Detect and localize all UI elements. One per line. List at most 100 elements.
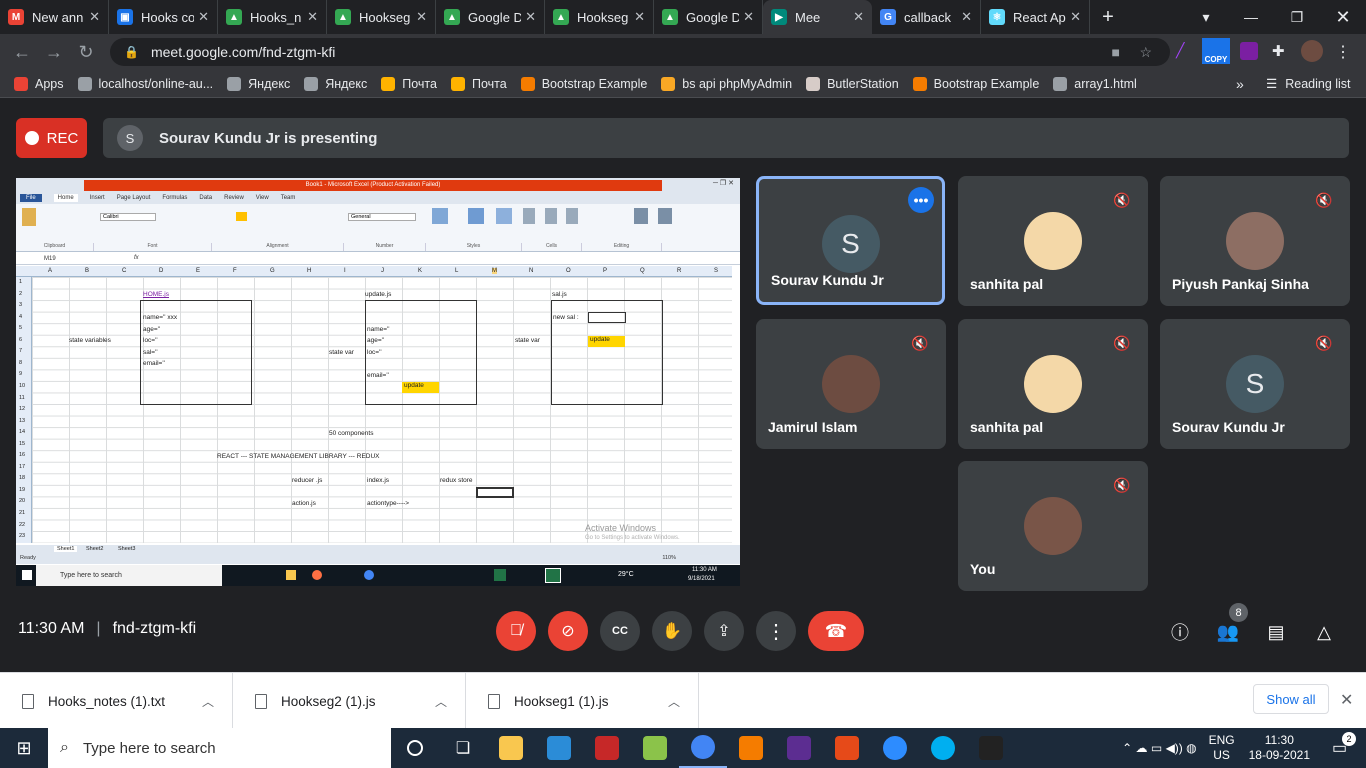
participant-tile[interactable]: Jamirul Islam 🔇 bbox=[756, 319, 946, 449]
captions-button[interactable]: CC bbox=[600, 611, 640, 651]
column-header[interactable]: K bbox=[418, 268, 422, 274]
column-header[interactable]: D bbox=[159, 268, 163, 274]
tab-close-icon[interactable]: ✕ bbox=[634, 9, 645, 25]
column-header[interactable]: P bbox=[603, 268, 607, 274]
conditional-formatting-icon[interactable] bbox=[432, 208, 448, 224]
format-table-icon[interactable] bbox=[468, 208, 484, 224]
excel-window-controls[interactable]: ─ ❐ ✕ bbox=[713, 179, 734, 187]
present-button[interactable]: ⇪ bbox=[704, 611, 744, 651]
row-header[interactable]: 6 bbox=[19, 337, 22, 343]
notifications-button[interactable]: ▭ 2 bbox=[1332, 732, 1356, 758]
raise-hand-button[interactable]: ✋ bbox=[652, 611, 692, 651]
cell-styles-icon[interactable] bbox=[496, 208, 512, 224]
tab-close-icon[interactable]: ✕ bbox=[307, 9, 318, 25]
bookmark-item[interactable]: array1.html bbox=[1053, 76, 1137, 91]
chat-button[interactable]: ▤ bbox=[1262, 618, 1290, 646]
name-box[interactable]: M19 bbox=[44, 256, 56, 262]
camera-off-button[interactable]: ⊘ bbox=[548, 611, 588, 651]
bookmark-item[interactable]: Bootstrap Example bbox=[912, 76, 1039, 91]
taskbar-app-sublime[interactable] bbox=[727, 728, 775, 768]
extension-pen-icon[interactable]: ╱ bbox=[1176, 42, 1192, 58]
tab-close-icon[interactable]: ✕ bbox=[525, 9, 536, 25]
download-item[interactable]: Hooks_notes (1).txt ︿ bbox=[0, 673, 233, 729]
close-downloads-icon[interactable]: ✕ bbox=[1340, 690, 1353, 710]
format-cells-icon[interactable] bbox=[566, 208, 578, 224]
sheet-grid[interactable]: HOME.js update.js sal.js name='' xxx age… bbox=[32, 277, 732, 543]
profile-avatar[interactable] bbox=[1301, 40, 1323, 62]
row-header[interactable]: 7 bbox=[19, 348, 22, 354]
chevron-up-icon[interactable]: ︿ bbox=[435, 693, 447, 710]
copy-extension-icon[interactable]: COPY bbox=[1202, 38, 1230, 64]
number-format-select[interactable]: General bbox=[348, 213, 416, 221]
browser-tab[interactable]: ▶ Mee ✕ bbox=[763, 0, 872, 34]
row-header[interactable]: 8 bbox=[19, 360, 22, 366]
column-header[interactable]: I bbox=[344, 268, 346, 274]
taskbar-app-vscode[interactable] bbox=[535, 728, 583, 768]
taskbar-app-terminal[interactable] bbox=[967, 728, 1015, 768]
row-header[interactable]: 19 bbox=[19, 487, 25, 493]
browser-tab[interactable]: ▣ Hooks co ✕ bbox=[109, 0, 218, 34]
participant-tile[interactable]: sanhita pal 🔇 bbox=[958, 319, 1148, 449]
taskbar-app-filezilla[interactable] bbox=[583, 728, 631, 768]
column-header[interactable]: H bbox=[307, 268, 311, 274]
chevron-up-icon[interactable]: ︿ bbox=[668, 693, 680, 710]
delete-cells-icon[interactable] bbox=[545, 208, 557, 224]
maximize-button[interactable]: ❐ bbox=[1274, 0, 1320, 34]
row-header[interactable]: 11 bbox=[19, 395, 25, 401]
browser-tab[interactable]: ▲ Hookseg ✕ bbox=[327, 0, 436, 34]
taskbar-app-file-explorer[interactable] bbox=[487, 728, 535, 768]
task-view-button[interactable]: ❏ bbox=[439, 728, 487, 768]
bookmark-item[interactable]: Почта bbox=[381, 76, 437, 91]
leave-call-button[interactable]: ☎ bbox=[808, 611, 864, 651]
excel-ribbon-tab[interactable]: Insert bbox=[90, 195, 105, 201]
new-tab-button[interactable]: + bbox=[1090, 6, 1126, 29]
tab-close-icon[interactable]: ✕ bbox=[198, 9, 209, 25]
start-button[interactable]: ⊞ bbox=[0, 728, 48, 768]
font-name-select[interactable]: Calibri bbox=[100, 213, 156, 221]
language-indicator[interactable]: ENG US bbox=[1209, 733, 1235, 763]
insert-cells-icon[interactable] bbox=[523, 208, 535, 224]
people-button[interactable]: 👥 bbox=[1214, 618, 1242, 646]
row-header[interactable]: 4 bbox=[19, 314, 22, 320]
row-header[interactable]: 22 bbox=[19, 522, 25, 528]
excel-ribbon-tab[interactable]: File bbox=[20, 194, 42, 202]
paste-icon[interactable] bbox=[22, 208, 36, 226]
column-header[interactable]: M bbox=[492, 268, 497, 274]
excel-ribbon-tab[interactable]: Formulas bbox=[162, 195, 187, 201]
column-header[interactable]: N bbox=[529, 268, 533, 274]
excel-ribbon-tab[interactable]: View bbox=[256, 195, 269, 201]
column-header[interactable]: A bbox=[48, 268, 52, 274]
puzzle-icon[interactable]: ✚ bbox=[1272, 42, 1285, 60]
row-header[interactable]: 20 bbox=[19, 498, 25, 504]
bookmark-item[interactable]: bs api phpMyAdmin bbox=[661, 76, 792, 91]
bookmark-item[interactable]: Apps bbox=[14, 76, 64, 91]
bookmark-item[interactable]: Bootstrap Example bbox=[520, 76, 647, 91]
row-header[interactable]: 17 bbox=[19, 464, 25, 470]
url-field[interactable]: 🔒 meet.google.com/fnd-ztgm-kfi ■ ☆ bbox=[110, 38, 1170, 66]
bookmark-item[interactable]: localhost/online-au... bbox=[77, 76, 213, 91]
reload-icon[interactable]: ↻ bbox=[70, 42, 102, 63]
row-header[interactable]: 15 bbox=[19, 441, 25, 447]
row-header[interactable]: 5 bbox=[19, 325, 22, 331]
sheet-tab[interactable]: Sheet3 bbox=[118, 546, 135, 552]
download-item[interactable]: Hookseg2 (1).js ︿ bbox=[233, 673, 466, 729]
forward-icon[interactable]: → bbox=[38, 42, 70, 63]
participant-tile[interactable]: S Sourav Kundu Jr ••• bbox=[756, 176, 945, 305]
bookmark-item[interactable]: Яндекс bbox=[304, 76, 367, 91]
column-header[interactable]: E bbox=[196, 268, 200, 274]
taskbar-app-zoom[interactable] bbox=[871, 728, 919, 768]
download-item[interactable]: Hookseg1 (1).js ︿ bbox=[466, 673, 699, 729]
tab-close-icon[interactable]: ✕ bbox=[416, 9, 427, 25]
taskbar-app-chrome[interactable] bbox=[679, 728, 727, 768]
show-all-button[interactable]: Show all bbox=[1253, 684, 1329, 714]
row-header[interactable]: 9 bbox=[19, 371, 22, 377]
browser-tab[interactable]: Gcallback ✕ bbox=[872, 0, 981, 34]
bookmark-item[interactable]: Почта bbox=[450, 76, 507, 91]
column-header[interactable]: F bbox=[233, 268, 237, 274]
tab-close-icon[interactable]: ✕ bbox=[89, 9, 100, 25]
column-header[interactable]: R bbox=[677, 268, 681, 274]
excel-ribbon-tab[interactable]: Team bbox=[281, 195, 296, 201]
column-header[interactable]: J bbox=[381, 268, 384, 274]
row-header[interactable]: 1 bbox=[19, 279, 22, 285]
tab-close-icon[interactable]: ✕ bbox=[743, 9, 754, 25]
